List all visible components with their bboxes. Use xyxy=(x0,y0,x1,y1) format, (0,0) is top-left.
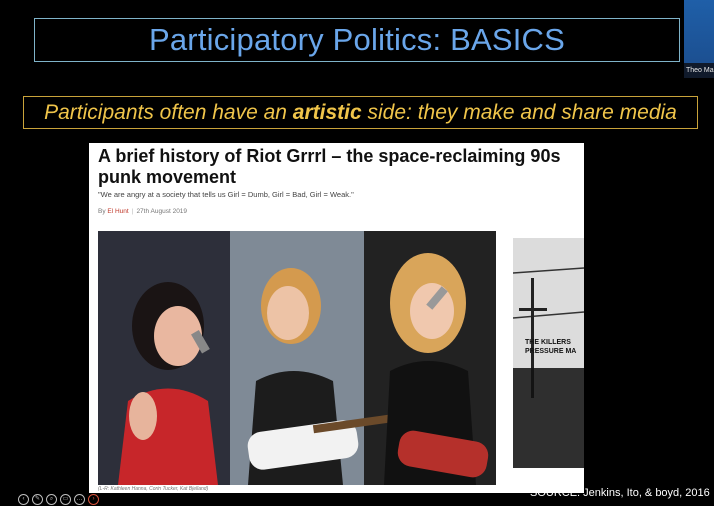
slide-subtitle: Participants often have an artistic side… xyxy=(23,96,698,129)
byline-author: El Hunt xyxy=(107,208,129,215)
slides-icon[interactable]: ▭ xyxy=(60,494,71,505)
subtitle-text-bold: artistic xyxy=(292,100,362,124)
pen-icon[interactable]: ✎ xyxy=(32,494,43,505)
slide-title: Participatory Politics: BASICS xyxy=(148,22,566,57)
more-icon[interactable]: … xyxy=(74,494,85,505)
presentation-toolbar: ‹ ✎ ⌕ ▭ … › xyxy=(18,494,99,505)
webcam-participant-name: Theo Ma xyxy=(684,63,714,78)
article-headline: A brief history of Riot Grrrl – the spac… xyxy=(98,146,561,187)
subtitle-text-post: side: they make and share media xyxy=(361,100,677,124)
zoom-icon[interactable]: ⌕ xyxy=(46,494,57,505)
article-photo xyxy=(98,231,496,485)
advert-panel: Advertisement THE KILLERS PRESSURE MA xyxy=(513,238,584,468)
byline-separator: | xyxy=(131,208,134,215)
article-standfirst: "We are angry at a society that tells us… xyxy=(98,190,354,199)
advert-text-line1: THE KILLERS xyxy=(525,339,571,346)
advert-text-line2: PRESSURE MA xyxy=(525,348,577,355)
article-screenshot: A brief history of Riot Grrrl – the spac… xyxy=(89,143,584,493)
webcam-thumbnail[interactable]: Theo Ma xyxy=(684,0,714,78)
band-photo-illustration xyxy=(98,231,496,485)
article-byline: By El Hunt | 27th August 2019 xyxy=(98,208,187,215)
forward-icon[interactable]: › xyxy=(88,494,99,505)
byline-date: 27th August 2019 xyxy=(136,208,188,215)
advert-text: THE KILLERS PRESSURE MA xyxy=(525,338,576,356)
byline-by: By xyxy=(98,208,106,215)
slide-title-box: Participatory Politics: BASICS xyxy=(34,18,680,62)
photo-caption: (L-R: Kathleen Hanna, Corin Tucker, Kat … xyxy=(98,486,209,492)
slide-source: SOURCE: Jenkins, Ito, & boyd, 2016 xyxy=(530,487,710,499)
subtitle-text-pre: Participants often have an xyxy=(44,100,293,124)
back-icon[interactable]: ‹ xyxy=(18,494,29,505)
